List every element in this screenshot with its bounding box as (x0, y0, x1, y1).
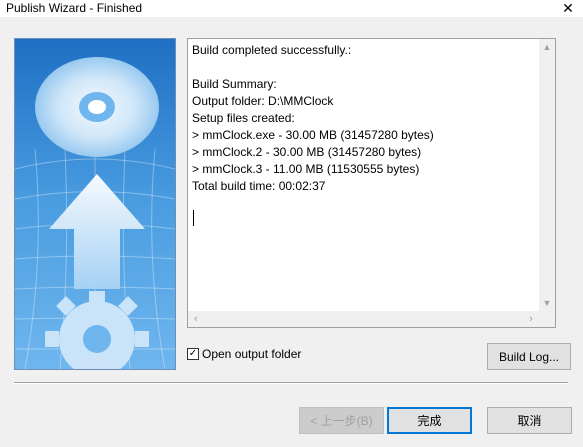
scroll-down-icon[interactable]: ▼ (539, 295, 555, 311)
scroll-right-icon[interactable]: › (523, 311, 539, 327)
build-log-button[interactable]: Build Log... (487, 343, 571, 370)
open-output-folder-option[interactable]: ✓ Open output folder (187, 347, 301, 361)
log-line: > mmClock.exe - 30.00 MB (31457280 bytes… (192, 128, 434, 142)
log-line: Total build time: 00:02:37 (192, 179, 326, 193)
vertical-scrollbar[interactable]: ▲ ▼ (539, 39, 555, 311)
log-line: > mmClock.2 - 30.00 MB (31457280 bytes) (192, 145, 422, 159)
cd-arrow-gear-illustration (15, 39, 175, 369)
open-output-folder-checkbox[interactable]: ✓ (187, 348, 199, 360)
log-line: Build Summary: (192, 77, 277, 91)
build-log-lines: Build completed successfully.: Build Sum… (192, 42, 434, 195)
scroll-left-icon[interactable]: ‹ (188, 311, 204, 327)
finish-button[interactable]: 完成 (387, 407, 472, 434)
scrollbar-corner (539, 311, 555, 327)
horizontal-scrollbar[interactable]: ‹ › (188, 311, 539, 327)
close-icon[interactable]: ✕ (553, 0, 583, 17)
wizard-banner-image (14, 38, 176, 370)
open-output-folder-label: Open output folder (202, 347, 302, 361)
back-button[interactable]: < 上一步(B) (299, 407, 384, 434)
separator (14, 382, 568, 384)
text-caret (193, 210, 194, 226)
log-line: Output folder: D:\MMClock (192, 94, 334, 108)
scroll-up-icon[interactable]: ▲ (539, 39, 555, 55)
window-title: Publish Wizard - Finished (6, 1, 143, 15)
log-line: Build completed successfully.: (192, 43, 352, 57)
title-bar: Publish Wizard - Finished ✕ (0, 0, 583, 17)
log-line: > mmClock.3 - 11.00 MB (11530555 bytes) (192, 162, 420, 176)
log-line: Setup files created: (192, 111, 295, 125)
cancel-button[interactable]: 取消 (487, 407, 572, 434)
build-log-textarea[interactable]: Build completed successfully.: Build Sum… (187, 38, 556, 328)
